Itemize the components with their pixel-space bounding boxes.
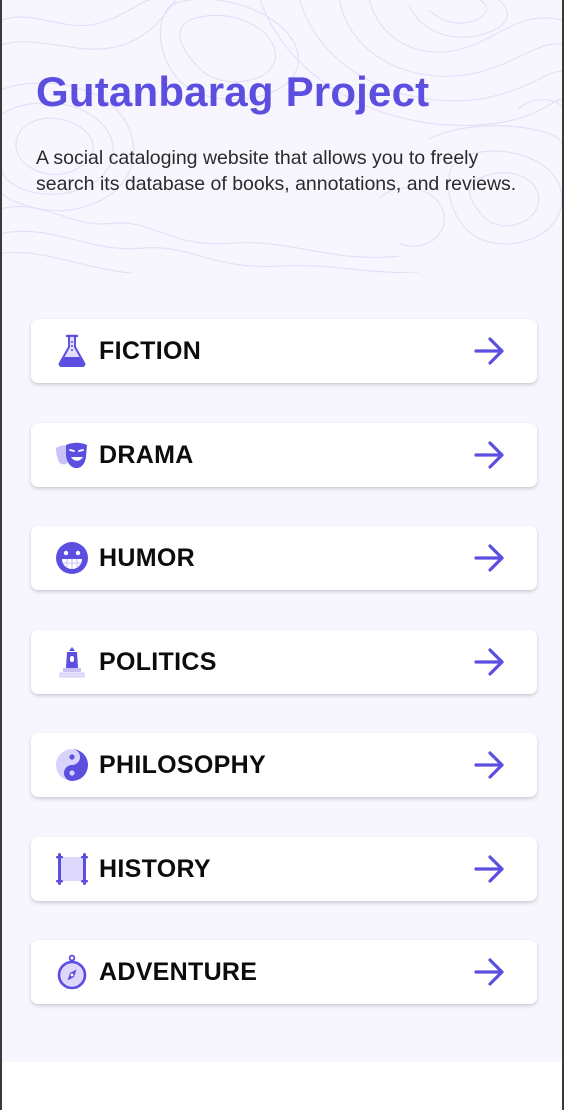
category-card-drama[interactable]: DRAMA [31,422,537,487]
page-title: Gutanbarag Project [36,68,430,115]
category-card-humor[interactable]: HUMOR [31,526,537,590]
category-list: FICTION DRAMA HUMOR POLITICS PHILOSOPHY … [31,319,537,1044]
category-label: ADVENTURE [99,958,258,986]
category-card-philosophy[interactable]: PHILOSOPHY [31,733,537,797]
category-card-fiction[interactable]: FICTION [31,319,537,383]
hero-header: Gutanbarag Project A social cataloging w… [2,0,562,275]
topographic-pattern [2,0,562,274]
category-card-politics[interactable]: POLITICS [31,629,537,694]
flask-icon [54,333,90,369]
category-label: DRAMA [99,440,194,469]
arrow-right-icon[interactable] [473,335,507,367]
yin-yang-icon [54,747,90,783]
scroll-icon [54,851,90,887]
category-card-history[interactable]: HISTORY [31,836,537,901]
arrow-right-icon[interactable] [473,749,507,781]
grin-icon [54,540,90,576]
page-description: A social cataloging website that allows … [36,147,517,195]
arrow-right-icon[interactable] [473,853,507,885]
category-label: PHILOSOPHY [99,751,266,779]
arrow-right-icon[interactable] [473,542,507,574]
arrow-right-icon[interactable] [473,439,507,471]
theater-masks-icon [54,437,90,473]
category-label: POLITICS [99,647,217,676]
category-label: HISTORY [99,854,211,883]
arrow-right-icon[interactable] [473,646,507,678]
arrow-right-icon[interactable] [473,956,507,988]
compass-icon [54,954,90,990]
category-label: HUMOR [99,544,195,572]
category-label: FICTION [99,337,202,365]
monument-icon [54,644,90,680]
page: Gutanbarag Project A social cataloging w… [2,0,562,1062]
category-card-adventure[interactable]: ADVENTURE [31,940,537,1004]
